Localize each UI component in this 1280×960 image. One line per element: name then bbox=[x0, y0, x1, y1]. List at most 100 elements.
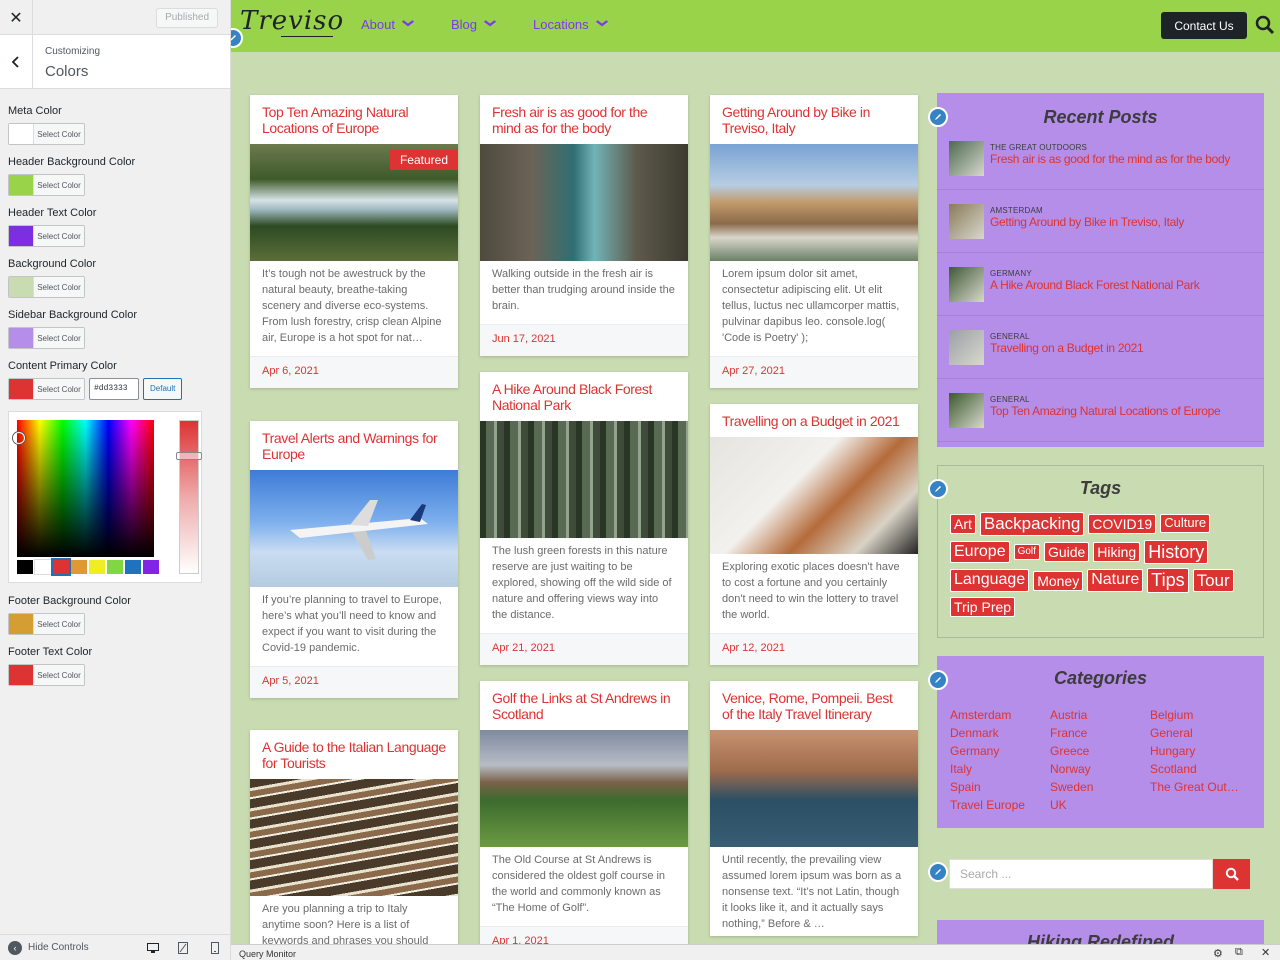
category-link[interactable]: France bbox=[1050, 726, 1150, 742]
post-image[interactable] bbox=[480, 144, 688, 261]
hide-controls-button[interactable]: Hide Controls bbox=[28, 942, 89, 953]
edit-shortcut-icon[interactable] bbox=[928, 670, 948, 690]
default-color-button[interactable]: Default bbox=[143, 378, 183, 400]
post-title[interactable]: Travelling on a Budget in 2021 bbox=[710, 404, 918, 437]
category-link[interactable]: Italy bbox=[950, 762, 1050, 778]
back-button[interactable] bbox=[0, 35, 33, 89]
post-title[interactable]: Top Ten Amazing Natural Locations of Eur… bbox=[250, 95, 458, 144]
color-picker[interactable] bbox=[8, 411, 202, 583]
category-link[interactable]: Hungary bbox=[1150, 744, 1250, 760]
edit-shortcut-icon[interactable] bbox=[928, 479, 948, 499]
nav-item-blog[interactable]: Blog bbox=[451, 17, 497, 32]
tag-link[interactable]: Art bbox=[950, 513, 976, 534]
nav-item-locations[interactable]: Locations bbox=[533, 17, 608, 32]
recent-post-item[interactable]: GENERAL Travelling on a Budget in 2021 bbox=[937, 316, 1264, 379]
hide-controls-icon[interactable]: ‹ bbox=[8, 940, 22, 955]
palette-swatch[interactable] bbox=[125, 560, 141, 574]
post-title[interactable]: A Hike Around Black Forest National Park bbox=[480, 372, 688, 421]
recent-post-title[interactable]: A Hike Around Black Forest National Park bbox=[990, 278, 1200, 292]
recent-post-thumbnail[interactable] bbox=[949, 141, 984, 176]
category-link[interactable]: Norway bbox=[1050, 762, 1150, 778]
site-logo[interactable]: Treviso bbox=[240, 6, 344, 36]
post-title[interactable]: Getting Around by Bike in Treviso, Italy bbox=[710, 95, 918, 144]
category-link[interactable]: Amsterdam bbox=[950, 708, 1050, 724]
edit-shortcut-icon[interactable] bbox=[928, 107, 948, 127]
post-image[interactable] bbox=[710, 437, 918, 554]
post-title[interactable]: Travel Alerts and Warnings for Europe bbox=[250, 421, 458, 470]
select-color-button[interactable]: Select Color bbox=[8, 174, 85, 196]
palette-swatch[interactable] bbox=[71, 560, 87, 574]
tablet-preview-icon[interactable] bbox=[176, 941, 190, 955]
tag-link[interactable]: Language bbox=[950, 569, 1030, 592]
recent-post-item[interactable]: THE GREAT OUTDOORS Fresh air is as good f… bbox=[937, 127, 1264, 190]
close-icon[interactable]: ✕ bbox=[1261, 946, 1270, 959]
published-button[interactable]: Published bbox=[156, 8, 218, 28]
mobile-preview-icon[interactable] bbox=[208, 941, 222, 955]
post-date[interactable]: Apr 27, 2021 bbox=[710, 356, 918, 388]
select-color-button[interactable]: Select Color bbox=[8, 378, 85, 400]
category-link[interactable]: Austria bbox=[1050, 708, 1150, 724]
category-link[interactable]: Spain bbox=[950, 780, 1050, 796]
palette-swatch[interactable] bbox=[89, 560, 105, 574]
category-link[interactable]: Scotland bbox=[1150, 762, 1250, 778]
post-image[interactable] bbox=[710, 730, 918, 847]
post-image[interactable] bbox=[250, 470, 458, 587]
select-color-button[interactable]: Select Color bbox=[8, 613, 85, 635]
category-link[interactable]: The Great Out… bbox=[1150, 780, 1250, 796]
tag-link[interactable]: Culture bbox=[1160, 514, 1211, 534]
tag-link[interactable]: Tour bbox=[1192, 568, 1234, 593]
post-date[interactable]: Jun 17, 2021 bbox=[480, 324, 688, 356]
recent-post-thumbnail[interactable] bbox=[949, 330, 984, 365]
recent-post-title[interactable]: Travelling on a Budget in 2021 bbox=[990, 341, 1144, 355]
tag-link[interactable]: History bbox=[1144, 539, 1209, 565]
category-link[interactable]: Sweden bbox=[1050, 780, 1150, 796]
recent-post-thumbnail[interactable] bbox=[949, 393, 984, 428]
category-link[interactable]: UK bbox=[1050, 798, 1150, 814]
search-icon[interactable] bbox=[1255, 15, 1275, 35]
nav-item-about[interactable]: About bbox=[361, 17, 415, 32]
post-date[interactable]: Apr 5, 2021 bbox=[250, 666, 458, 698]
tag-link[interactable]: Money bbox=[1033, 570, 1084, 591]
post-image[interactable] bbox=[480, 730, 688, 847]
tag-link[interactable]: COVID19 bbox=[1088, 513, 1157, 534]
recent-post-title[interactable]: Getting Around by Bike in Treviso, Italy bbox=[990, 215, 1184, 229]
category-link[interactable]: Belgium bbox=[1150, 708, 1250, 724]
recent-post-item[interactable]: AMSTERDAM Getting Around by Bike in Trevi… bbox=[937, 190, 1264, 253]
strip-handle[interactable] bbox=[176, 452, 202, 460]
recent-post-thumbnail[interactable] bbox=[949, 267, 984, 302]
recent-post-title[interactable]: Fresh air is as good for the mind as for… bbox=[990, 152, 1230, 166]
select-color-button[interactable]: Select Color bbox=[8, 276, 85, 298]
palette-swatch[interactable] bbox=[17, 560, 33, 574]
saturation-square[interactable] bbox=[17, 420, 154, 557]
category-link[interactable]: Germany bbox=[950, 744, 1050, 760]
select-color-button[interactable]: Select Color bbox=[8, 327, 85, 349]
select-color-button[interactable]: Select Color bbox=[8, 225, 85, 247]
hex-color-input[interactable]: #dd3333 bbox=[89, 378, 139, 400]
contact-us-button[interactable]: Contact Us bbox=[1161, 12, 1247, 39]
tag-link[interactable]: Hiking bbox=[1093, 541, 1141, 562]
post-title[interactable]: Fresh air is as good for the mind as for… bbox=[480, 95, 688, 144]
query-monitor-label[interactable]: Query Monitor bbox=[239, 949, 296, 959]
lightness-strip[interactable] bbox=[179, 420, 199, 574]
post-title[interactable]: Golf the Links at St Andrews in Scotland bbox=[480, 681, 688, 730]
recent-post-item[interactable]: GENERAL Top Ten Amazing Natural Locations… bbox=[937, 379, 1264, 442]
tag-link[interactable]: Golf bbox=[1013, 544, 1040, 560]
palette-swatch[interactable] bbox=[51, 558, 71, 576]
recent-post-item[interactable]: GERMANY A Hike Around Black Forest Nation… bbox=[937, 253, 1264, 316]
picker-handle[interactable] bbox=[13, 432, 25, 444]
category-link[interactable]: Greece bbox=[1050, 744, 1150, 760]
palette-swatch[interactable] bbox=[34, 559, 52, 575]
tag-link[interactable]: Nature bbox=[1087, 569, 1144, 592]
recent-post-title[interactable]: Top Ten Amazing Natural Locations of Eur… bbox=[990, 404, 1221, 418]
close-customizer-button[interactable]: ✕ bbox=[0, 0, 33, 35]
category-link[interactable]: General bbox=[1150, 726, 1250, 742]
tag-link[interactable]: Europe bbox=[950, 540, 1010, 564]
gear-icon[interactable]: ⚙ bbox=[1213, 947, 1223, 960]
category-link[interactable]: Denmark bbox=[950, 726, 1050, 742]
post-title[interactable]: Venice, Rome, Pompeii. Best of the Italy… bbox=[710, 681, 918, 730]
popout-icon[interactable]: ⧉ bbox=[1235, 946, 1243, 959]
category-link[interactable]: Travel Europe bbox=[950, 798, 1050, 814]
desktop-preview-icon[interactable] bbox=[146, 941, 160, 955]
select-color-button[interactable]: Select Color bbox=[8, 123, 85, 145]
post-image[interactable] bbox=[250, 779, 458, 896]
